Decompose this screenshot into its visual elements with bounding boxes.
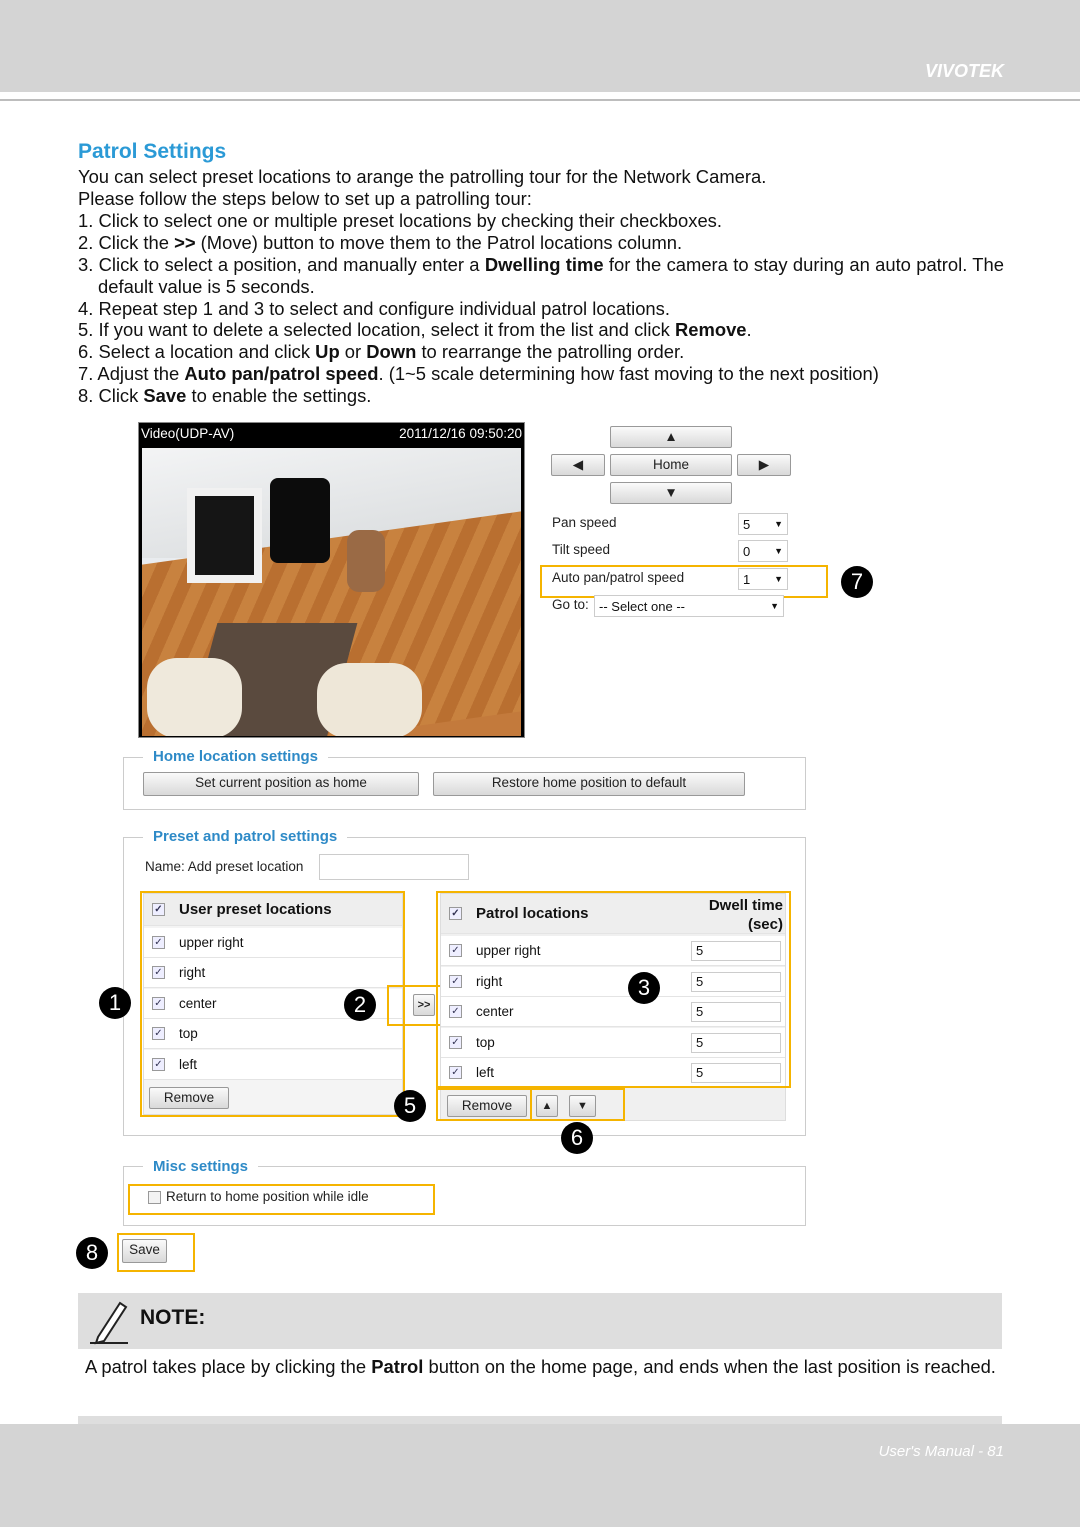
tilt-down-button[interactable]: ▼ bbox=[610, 482, 732, 504]
return-home-checkbox[interactable] bbox=[148, 1191, 161, 1204]
pan-speed-select[interactable]: 5 ▼ bbox=[738, 513, 788, 535]
restore-home-button[interactable]: Restore home position to default bbox=[433, 772, 745, 796]
pan-left-button[interactable]: ◀ bbox=[551, 454, 605, 476]
chevron-down-icon: ▼ bbox=[774, 546, 783, 556]
video-label: Video(UDP-AV) bbox=[141, 426, 235, 441]
step-8: 8. Click Save to enable the settings. bbox=[78, 385, 372, 406]
tilt-speed-label: Tilt speed bbox=[552, 542, 611, 557]
page-header bbox=[0, 0, 1080, 92]
home-location-legend: Home location settings bbox=[143, 748, 329, 765]
video-timestamp: 2011/12/16 09:50:20 bbox=[399, 426, 522, 441]
note-text: A patrol takes place by clicking the Pat… bbox=[85, 1356, 996, 1377]
tilt-speed-select[interactable]: 0 ▼ bbox=[738, 540, 788, 562]
intro-1: You can select preset locations to arang… bbox=[78, 166, 767, 187]
preset-patrol-legend: Preset and patrol settings bbox=[143, 828, 348, 845]
set-home-button[interactable]: Set current position as home bbox=[143, 772, 419, 796]
callout-7: 7 bbox=[841, 566, 873, 598]
page-number: User's Manual - 81 bbox=[878, 1443, 1004, 1460]
chevron-down-icon: ▼ bbox=[774, 519, 783, 529]
section-title: Patrol Settings bbox=[78, 140, 227, 163]
video-panel: Video(UDP-AV) 2011/12/16 09:50:20 bbox=[138, 422, 525, 738]
chevron-down-icon: ▼ bbox=[774, 574, 783, 584]
callout-3: 3 bbox=[628, 972, 660, 1004]
tilt-up-button[interactable]: ▲ bbox=[610, 426, 732, 448]
header-divider bbox=[0, 99, 1080, 101]
note-bottom-bar bbox=[78, 1416, 1002, 1424]
pencil-icon bbox=[90, 1301, 128, 1345]
goto-label: Go to: bbox=[552, 597, 589, 612]
callout-highlight-3 bbox=[436, 891, 791, 1088]
note-title: NOTE: bbox=[140, 1306, 206, 1329]
callout-2: 2 bbox=[344, 989, 376, 1021]
patrol-speed-label: Auto pan/patrol speed bbox=[552, 570, 685, 585]
page-footer bbox=[0, 1424, 1080, 1527]
home-button[interactable]: Home bbox=[610, 454, 732, 476]
misc-legend: Misc settings bbox=[143, 1158, 259, 1175]
step-5: 5. If you want to delete a selected loca… bbox=[78, 319, 752, 340]
pan-right-button[interactable]: ▶ bbox=[737, 454, 791, 476]
camera-image bbox=[142, 448, 521, 736]
step-3: 3. Click to select a position, and manua… bbox=[78, 254, 1005, 297]
patrol-speed-select[interactable]: 1 ▼ bbox=[738, 568, 788, 590]
return-home-label: Return to home position while idle bbox=[166, 1189, 369, 1204]
callout-8: 8 bbox=[76, 1237, 108, 1269]
goto-select[interactable]: -- Select one -- ▼ bbox=[594, 595, 784, 617]
callout-1: 1 bbox=[99, 987, 131, 1019]
step-2: 2. Click the >> (Move) button to move th… bbox=[78, 232, 683, 253]
callout-5: 5 bbox=[394, 1090, 426, 1122]
preset-name-label: Name: Add preset location bbox=[145, 859, 304, 874]
step-4: 4. Repeat step 1 and 3 to select and con… bbox=[78, 298, 670, 319]
brand-logo: VIVOTEK bbox=[924, 61, 1004, 81]
preset-name-input[interactable] bbox=[319, 854, 469, 880]
callout-highlight-6 bbox=[530, 1088, 625, 1121]
step-6: 6. Select a location and click Up or Dow… bbox=[78, 341, 685, 362]
note-banner: NOTE: bbox=[78, 1293, 1002, 1349]
save-button[interactable]: Save bbox=[122, 1239, 167, 1263]
callout-6: 6 bbox=[561, 1122, 593, 1154]
intro-2: Please follow the steps below to set up … bbox=[78, 188, 532, 209]
pan-speed-label: Pan speed bbox=[552, 515, 617, 530]
callout-highlight-5 bbox=[436, 1088, 532, 1121]
video-title-bar: Video(UDP-AV) 2011/12/16 09:50:20 bbox=[139, 423, 524, 445]
step-7: 7. Adjust the Auto pan/patrol speed. (1~… bbox=[78, 363, 879, 384]
step-1: 1. Click to select one or multiple prese… bbox=[78, 210, 722, 231]
chevron-down-icon: ▼ bbox=[770, 601, 779, 611]
